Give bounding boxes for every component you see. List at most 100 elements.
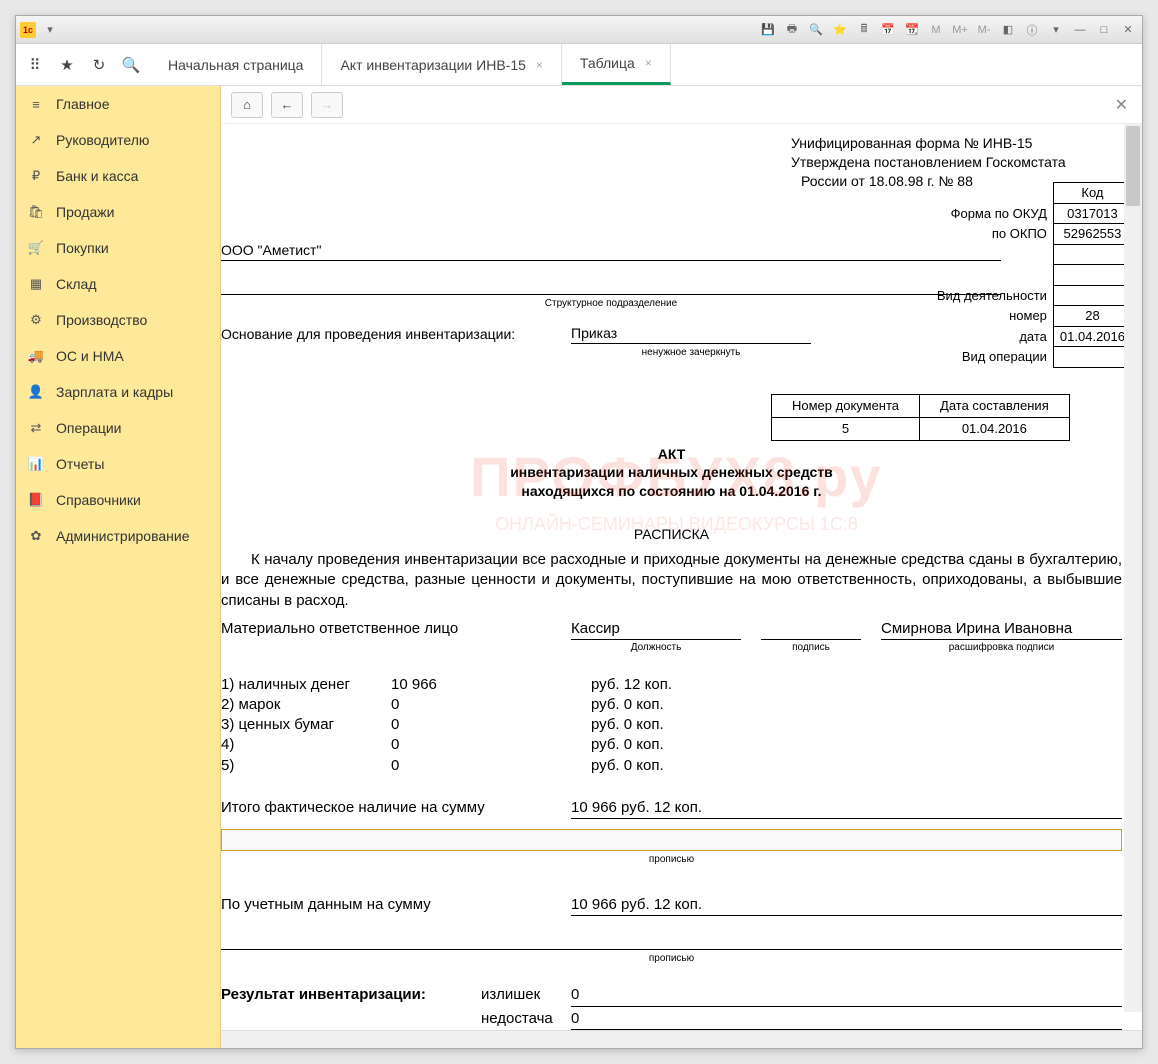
tab-close-icon[interactable]: × xyxy=(645,56,652,70)
app-window: 1c ▾ 💾 🖶 🔍 ⭐ 🖩 📅 📆 M M+ M- ◧ ⓘ ▾ — □ ✕ ⠿… xyxy=(15,15,1143,1049)
responsible-signature xyxy=(761,619,861,640)
accounting-in-words-line xyxy=(221,934,1122,950)
close-icon[interactable]: ✕ xyxy=(1118,20,1138,40)
home-button[interactable]: ⌂ xyxy=(231,92,263,118)
sidebar-item-3[interactable]: 🛍Продажи xyxy=(16,194,220,230)
sidebar-item-5[interactable]: ▦ Склад xyxy=(16,266,220,302)
sidebar-icon: ↗ xyxy=(28,132,44,148)
sidebar-item-1[interactable]: ↗ Руководителю xyxy=(16,122,220,158)
cash-cell-a: 3) ценных бумаг xyxy=(221,715,391,735)
cash-cell-a: 2) марок xyxy=(221,695,391,715)
shortage-value: 0 xyxy=(571,1009,1122,1030)
m-minus-icon[interactable]: M- xyxy=(974,20,994,40)
act-title: АКТ xyxy=(658,446,686,462)
sidebar-icon: 📕 xyxy=(28,492,44,508)
doc-date-header: Дата составления xyxy=(920,395,1070,418)
tab-label: Акт инвентаризации ИНВ-15 xyxy=(340,57,525,73)
document-viewport[interactable]: ПРОФБУХ8.ру ОНЛАЙН-СЕМИНАРЫ ВИДЕОКУРСЫ 1… xyxy=(221,124,1142,1030)
sidebar-item-12[interactable]: ✿Администрирование xyxy=(16,518,220,554)
subdivision-caption: Структурное подразделение xyxy=(221,297,1001,311)
tab-1[interactable]: Акт инвентаризации ИНВ-15 × xyxy=(322,44,561,85)
sidebar-label: Продажи xyxy=(56,204,114,220)
sidebar-item-10[interactable]: 📊Отчеты xyxy=(16,446,220,482)
activity-type-label: Вид деятельности xyxy=(931,285,1054,306)
highlight-input[interactable] xyxy=(221,829,1122,851)
save-icon[interactable]: 💾 xyxy=(758,20,778,40)
app-icon: 1c xyxy=(20,22,36,38)
dropdown-icon[interactable]: ▾ xyxy=(40,20,60,40)
hint-position: Должность xyxy=(571,641,741,655)
cash-cell-c: руб. 0 коп. xyxy=(591,756,711,776)
sidebar: ≡Главное ↗ Руководителю ₽Банк и касса🛍Прода… xyxy=(16,86,221,1048)
sidebar-label: Банк и касса xyxy=(56,168,138,184)
preview-icon[interactable]: 🔍 xyxy=(806,20,826,40)
calendar-icon[interactable]: 📅 xyxy=(878,20,898,40)
sidebar-item-4[interactable]: 🛒Покупки xyxy=(16,230,220,266)
sidebar-item-0[interactable]: ≡Главное xyxy=(16,86,220,122)
sidebar-icon: 🛒 xyxy=(28,240,44,256)
forward-button[interactable]: → xyxy=(311,92,343,118)
calc-icon[interactable]: 🖩 xyxy=(854,20,874,40)
code-table: Код Форма по ОКУД0317013 по ОКПО52962553… xyxy=(931,182,1132,368)
sidebar-label: Руководителю xyxy=(56,132,149,148)
maximize-icon[interactable]: □ xyxy=(1094,20,1114,40)
horizontal-scrollbar[interactable] xyxy=(221,1030,1142,1048)
cash-cell-c: руб. 0 коп. xyxy=(591,735,711,755)
form-header-line1: Унифицированная форма № ИНВ-15 xyxy=(791,134,1122,153)
sidebar-label: Производство xyxy=(56,312,147,328)
cash-cell-b: 0 xyxy=(391,756,591,776)
strike-note: ненужное зачеркнуть xyxy=(571,346,811,360)
calendar2-icon[interactable]: 📆 xyxy=(902,20,922,40)
cash-line-0: 1) наличных денег10 966руб. 12 коп. xyxy=(221,675,1122,695)
tab-close-icon[interactable]: × xyxy=(536,58,543,72)
sidebar-icon: 👤 xyxy=(28,384,44,400)
panel-close-icon[interactable]: ✕ xyxy=(1111,95,1132,115)
in-words-caption: прописью xyxy=(221,853,1122,867)
m-icon[interactable]: M xyxy=(926,20,946,40)
tab-2[interactable]: Таблица× xyxy=(562,44,671,85)
sidebar-item-8[interactable]: 👤Зарплата и кадры xyxy=(16,374,220,410)
total-accounting-label: По учетным данным на сумму xyxy=(221,895,571,916)
main-toolbar: ⌂ ← → ✕ xyxy=(221,86,1142,124)
receipt-title: РАСПИСКА xyxy=(221,525,1122,544)
search-icon[interactable]: 🔍 xyxy=(120,54,142,76)
okud-label: Форма по ОКУД xyxy=(931,203,1054,224)
sidebar-label: Отчеты xyxy=(56,456,104,472)
m-plus-icon[interactable]: M+ xyxy=(950,20,970,40)
print-icon[interactable]: 🖶 xyxy=(782,20,802,40)
tab-0[interactable]: Начальная страница xyxy=(150,44,322,85)
main-area: ⌂ ← → ✕ ПРОФБУХ8.ру ОНЛАЙН-СЕМИНАРЫ ВИДЕ… xyxy=(221,86,1142,1048)
tabs-row: ⠿ ★ ↻ 🔍 Начальная страницаАкт инвентариз… xyxy=(16,44,1142,86)
panel-icon[interactable]: ◧ xyxy=(998,20,1018,40)
okud-value: 0317013 xyxy=(1053,203,1131,224)
receipt-text: К началу проведения инвентаризации все р… xyxy=(221,550,1122,611)
sidebar-item-11[interactable]: 📕 Справочники xyxy=(16,482,220,518)
okpo-label: по ОКПО xyxy=(931,224,1054,245)
sidebar-label: Склад xyxy=(56,276,97,292)
number-label: номер xyxy=(931,306,1054,327)
favorite-icon[interactable]: ⭐ xyxy=(830,20,850,40)
sidebar-item-9[interactable]: ⇄Операции xyxy=(16,410,220,446)
vertical-scrollbar[interactable] xyxy=(1124,124,1142,1012)
sidebar-label: Справочники xyxy=(56,492,141,508)
info-icon[interactable]: ⓘ xyxy=(1022,20,1042,40)
history-icon[interactable]: ↻ xyxy=(88,54,110,76)
form-header-line2: Утверждена постановлением Госкомстата xyxy=(791,153,1122,172)
back-button[interactable]: ← xyxy=(271,92,303,118)
star-icon[interactable]: ★ xyxy=(56,54,78,76)
total-actual-label: Итого фактическое наличие на сумму xyxy=(221,798,571,819)
sidebar-item-7[interactable]: 🚚ОС и НМА xyxy=(16,338,220,374)
cash-cell-c: руб. 12 коп. xyxy=(591,675,711,695)
minimize-icon[interactable]: — xyxy=(1070,20,1090,40)
info-drop-icon[interactable]: ▾ xyxy=(1046,20,1066,40)
sidebar-icon: ⚙ xyxy=(28,312,44,328)
sidebar-label: Администрирование xyxy=(56,528,190,544)
shortage-label: недостача xyxy=(481,1009,571,1030)
sidebar-item-2[interactable]: ₽Банк и касса xyxy=(16,158,220,194)
scrollbar-thumb[interactable] xyxy=(1126,126,1140,206)
cash-line-1: 2) марок0руб. 0 коп. xyxy=(221,695,1122,715)
sidebar-item-6[interactable]: ⚙ Производство xyxy=(16,302,220,338)
sidebar-icon: ⇄ xyxy=(28,420,44,436)
apps-icon[interactable]: ⠿ xyxy=(24,54,46,76)
sidebar-icon: ▦ xyxy=(28,276,44,292)
